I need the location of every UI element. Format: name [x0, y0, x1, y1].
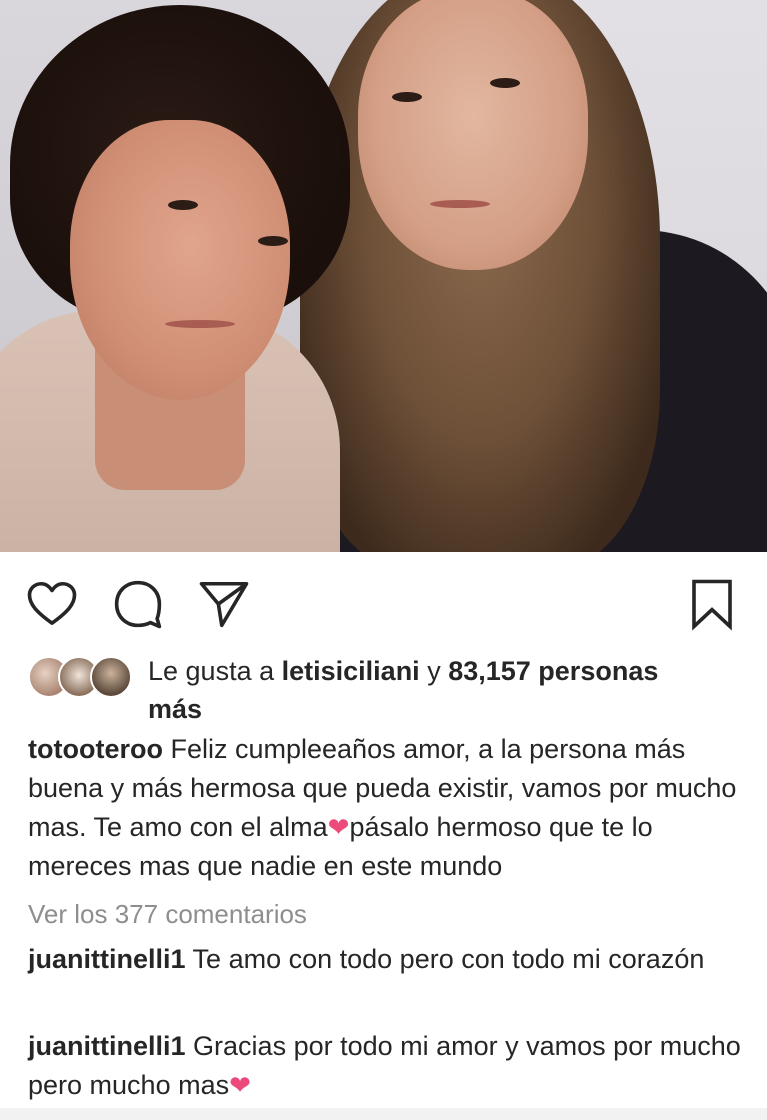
liker-avatars[interactable] — [28, 656, 136, 698]
post-caption: totooteroo Feliz cumpleeaños amor, a la … — [28, 730, 748, 886]
instagram-post: Le gusta a letisiciliani y 83,157 person… — [0, 0, 767, 1120]
pink-heart-emoji: ❤ — [229, 1070, 251, 1100]
heart-outline-icon — [27, 581, 77, 625]
comment-button[interactable] — [110, 576, 166, 632]
photo-eye — [490, 78, 520, 88]
photo-eye — [168, 200, 198, 210]
likes-count: 83,157 personas — [448, 656, 659, 686]
likes-text: Le gusta a letisiciliani y 83,157 person… — [148, 652, 748, 728]
comment-item: juanittinelli1 Te amo con todo pero con … — [28, 940, 748, 979]
bookmark-icon — [692, 579, 732, 631]
photo-mouth — [165, 320, 235, 328]
comment-username-link[interactable]: juanittinelli1 — [28, 1031, 186, 1061]
comment-username-link[interactable]: juanittinelli1 — [28, 944, 186, 974]
likes-prefix: Le gusta a — [148, 656, 275, 686]
caption-username-link[interactable]: totooteroo — [28, 734, 163, 764]
photo-eye — [258, 236, 288, 246]
photo-girl-face — [358, 0, 588, 270]
likes-suffix: más — [148, 694, 203, 724]
comment-text: Te amo con todo pero con todo mi corazón — [192, 944, 705, 974]
like-button[interactable] — [24, 576, 80, 632]
save-button[interactable] — [684, 576, 740, 632]
avatar — [90, 656, 132, 698]
speech-bubble-icon — [114, 580, 162, 629]
post-photo[interactable] — [0, 0, 767, 552]
liker-username-link[interactable]: letisiciliani — [282, 656, 420, 686]
divider — [0, 1108, 767, 1120]
action-bar — [0, 560, 767, 640]
view-all-comments-link[interactable]: Ver los 377 comentarios — [28, 897, 307, 931]
paper-plane-icon — [199, 581, 249, 628]
comment-item: juanittinelli1 Gracias por todo mi amor … — [28, 1027, 748, 1105]
share-button[interactable] — [196, 576, 252, 632]
photo-mouth — [430, 200, 490, 208]
photo-boy-face — [70, 120, 290, 400]
likes-joiner: y — [427, 656, 441, 686]
pink-heart-emoji: ❤ — [327, 812, 350, 842]
photo-eye — [392, 92, 422, 102]
